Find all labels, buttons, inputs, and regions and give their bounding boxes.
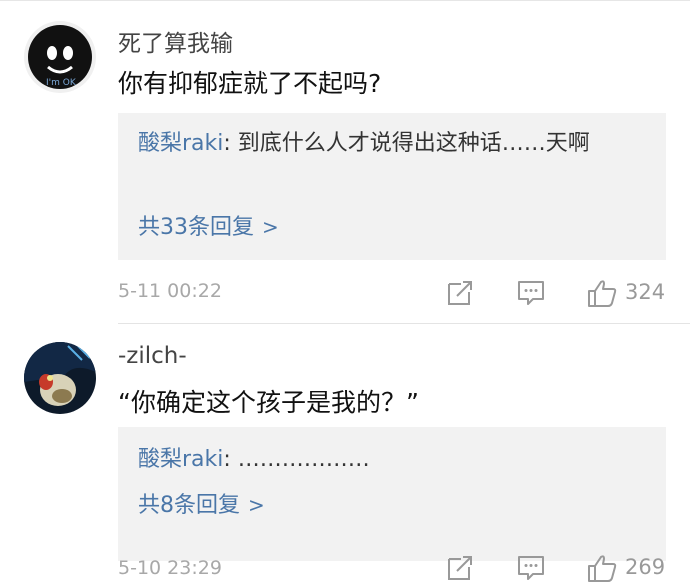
- more-replies-link[interactable]: 共8条回复 >: [138, 487, 265, 519]
- reply-preview-text: 酸梨raki: ………………: [138, 441, 646, 478]
- username[interactable]: -zilch-: [118, 343, 187, 369]
- like-count: 324: [625, 280, 666, 304]
- comment-divider: [118, 323, 690, 324]
- chevron-right-icon: >: [248, 493, 265, 517]
- timestamp: 5-11 00:22: [118, 280, 222, 302]
- chevron-right-icon: >: [262, 215, 279, 239]
- share-icon: [448, 281, 472, 305]
- reply-username[interactable]: 酸梨raki: [138, 131, 223, 156]
- reply-username[interactable]: 酸梨raki: [138, 447, 223, 472]
- avatar-label: I'm OK: [46, 78, 77, 88]
- timestamp: 5-10 23:29: [118, 557, 222, 579]
- thumbs-up-icon: [588, 280, 617, 307]
- reply-preview-text: 酸梨raki: 到底什么人才说得出这种话……天啊: [138, 125, 646, 162]
- comment-icon: [518, 281, 544, 305]
- more-replies-link[interactable]: 共33条回复 >: [138, 209, 279, 241]
- comment-text: 你有抑郁症就了不起吗?: [118, 69, 382, 98]
- reply-text: : 到底什么人才说得出这种话……天啊: [223, 131, 590, 156]
- reply-text: : ………………: [223, 447, 370, 472]
- username[interactable]: 死了算我输: [118, 24, 233, 58]
- reply-preview[interactable]: 酸梨raki: 到底什么人才说得出这种话……天啊 共33条回复 >: [118, 113, 666, 260]
- comment-item: I'm OK 死了算我输 你有抑郁症就了不起吗? 酸梨raki: 到底什么人才说…: [0, 0, 690, 325]
- like-button[interactable]: 324: [587, 278, 677, 308]
- comment-item: -zilch- “你确定这个孩子是我的？” 酸梨raki: ……………… 共8条…: [0, 325, 690, 582]
- reply-button[interactable]: [516, 278, 546, 308]
- like-count: 269: [625, 555, 666, 579]
- more-replies-label: 共8条回复: [138, 493, 240, 518]
- avatar[interactable]: I'm OK: [24, 21, 96, 93]
- reply-preview[interactable]: 酸梨raki: ……………… 共8条回复 >: [118, 427, 666, 561]
- comment-text: “你确定这个孩子是我的？”: [118, 388, 419, 417]
- avatar[interactable]: [24, 342, 96, 414]
- share-button[interactable]: [445, 278, 475, 308]
- more-replies-label: 共33条回复: [138, 215, 254, 240]
